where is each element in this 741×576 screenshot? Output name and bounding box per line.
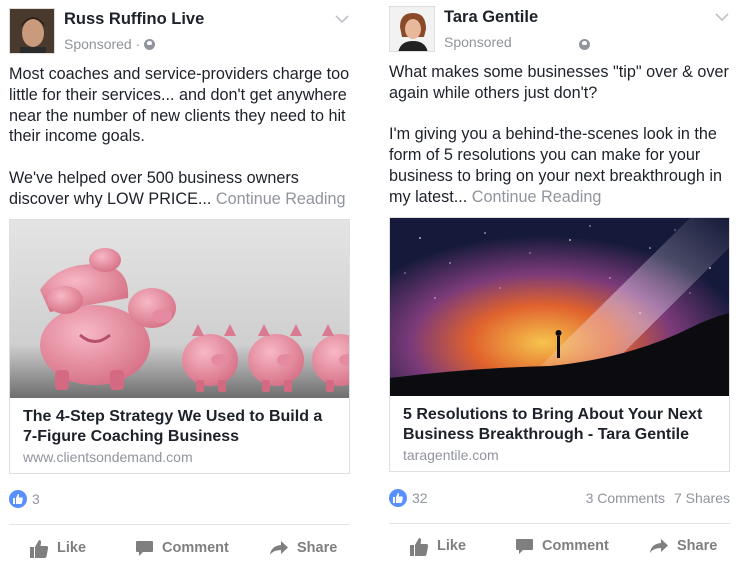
engagement-counts: 3 Comments 7 Shares	[586, 490, 730, 506]
like-label: Like	[57, 540, 87, 556]
card-title[interactable]: The 4-Step Strategy We Used to Build a 7…	[23, 407, 336, 447]
author-name[interactable]: Tara Gentile	[444, 8, 538, 27]
post-russ-ruffino: Russ Ruffino Live Sponsored · Most coach…	[5, 0, 351, 576]
post-header: Russ Ruffino Live Sponsored ·	[5, 4, 351, 56]
link-card[interactable]: 5 Resolutions to Bring About Your Next B…	[389, 217, 730, 472]
reaction-count[interactable]: 32	[412, 490, 428, 506]
post-paragraph: I'm giving you a behind-the-scenes look …	[389, 124, 731, 207]
comment-label: Comment	[542, 538, 609, 554]
post-paragraph: Most coaches and service-providers charg…	[9, 65, 350, 146]
comment-count[interactable]: 3 Comments	[586, 490, 665, 506]
chevron-down-icon[interactable]	[335, 14, 349, 24]
share-label: Share	[677, 538, 718, 554]
post-paragraph: We've helped over 500 business owners di…	[9, 168, 351, 210]
card-text[interactable]: The 4-Step Strategy We Used to Build a 7…	[10, 398, 349, 473]
comment-button[interactable]: Comment	[515, 531, 609, 561]
globe-icon	[144, 39, 156, 50]
like-button[interactable]: Like	[29, 533, 86, 563]
card-image[interactable]	[390, 218, 729, 396]
share-icon	[650, 539, 668, 553]
card-title[interactable]: 5 Resolutions to Bring About Your Next B…	[403, 405, 716, 445]
card-text[interactable]: 5 Resolutions to Bring About Your Next B…	[390, 396, 729, 471]
share-label: Share	[297, 540, 338, 556]
sponsored-label: Sponsored	[444, 34, 512, 50]
post-paragraph: What makes some businesses "tip" over & …	[389, 63, 729, 102]
like-reaction-icon[interactable]	[389, 489, 407, 507]
card-image[interactable]	[10, 220, 349, 398]
like-label: Like	[437, 538, 467, 554]
sponsored-label: Sponsored ·	[64, 36, 156, 52]
comment-button[interactable]: Comment	[135, 533, 229, 563]
thumbs-up-icon	[30, 539, 49, 558]
comment-icon	[516, 538, 533, 554]
comment-label: Comment	[162, 540, 229, 556]
post-tara-gentile: Tara Gentile Sponsored What makes some b…	[385, 0, 731, 576]
post-stats: 3	[9, 489, 350, 511]
avatar[interactable]	[9, 8, 55, 54]
thumbs-up-icon	[410, 537, 429, 556]
post-text: What makes some businesses "tip" over & …	[389, 62, 731, 208]
continue-reading-link[interactable]: Continue Reading	[472, 188, 602, 206]
post-stats: 32 3 Comments 7 Shares	[389, 488, 730, 510]
post-header: Tara Gentile Sponsored	[385, 4, 731, 56]
share-button[interactable]: Share	[269, 533, 337, 563]
divider	[389, 523, 730, 524]
like-reaction-icon[interactable]	[9, 490, 27, 508]
share-icon	[270, 541, 288, 555]
globe-icon	[579, 39, 590, 50]
chevron-down-icon[interactable]	[715, 12, 729, 22]
link-card[interactable]: The 4-Step Strategy We Used to Build a 7…	[9, 219, 350, 474]
card-domain: taragentile.com	[403, 447, 499, 463]
card-domain: www.clientsondemand.com	[23, 449, 193, 465]
author-name[interactable]: Russ Ruffino Live	[64, 10, 204, 29]
continue-reading-link[interactable]: Continue Reading	[216, 190, 346, 208]
like-button[interactable]: Like	[409, 531, 466, 561]
share-button[interactable]: Share	[649, 531, 717, 561]
share-count[interactable]: 7 Shares	[674, 490, 730, 506]
reaction-count[interactable]: 3	[32, 491, 40, 507]
avatar[interactable]	[389, 6, 435, 52]
action-bar: Like Comment Share	[9, 533, 350, 563]
post-text: Most coaches and service-providers charg…	[9, 64, 351, 210]
divider	[9, 524, 350, 525]
comment-icon	[136, 540, 153, 556]
sponsored-text: Sponsored	[444, 34, 512, 50]
action-bar: Like Comment Share	[389, 531, 730, 561]
sponsored-text: Sponsored ·	[64, 36, 141, 52]
